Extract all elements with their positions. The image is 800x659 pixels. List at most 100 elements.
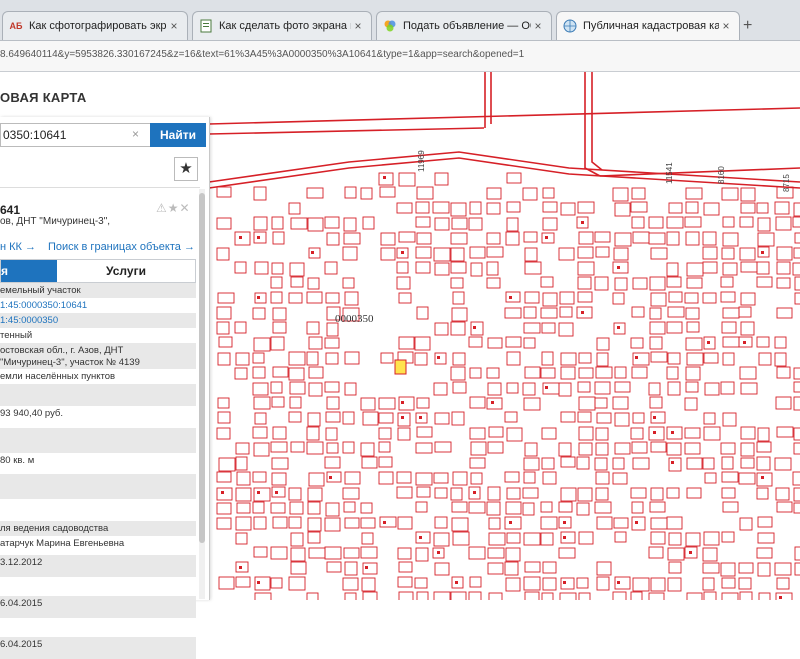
parcel[interactable] bbox=[757, 232, 775, 247]
parcel[interactable] bbox=[704, 472, 717, 484]
parcel[interactable] bbox=[505, 291, 521, 303]
parcel[interactable] bbox=[738, 472, 756, 485]
parcel[interactable] bbox=[488, 532, 506, 546]
parcel[interactable] bbox=[253, 442, 270, 457]
parcel[interactable] bbox=[434, 262, 450, 276]
parcel[interactable] bbox=[577, 291, 593, 303]
parcel[interactable] bbox=[451, 411, 465, 426]
parcel[interactable] bbox=[486, 397, 503, 410]
parcel[interactable] bbox=[523, 457, 540, 471]
parcel[interactable] bbox=[452, 531, 470, 546]
parcel[interactable] bbox=[721, 531, 735, 543]
parcel[interactable] bbox=[234, 261, 247, 274]
attribute-value[interactable]: 1:45:0000350:10641 bbox=[0, 298, 196, 312]
parcel[interactable] bbox=[739, 591, 753, 600]
parcel[interactable] bbox=[758, 352, 772, 366]
parcel[interactable] bbox=[541, 351, 554, 366]
parcel[interactable] bbox=[380, 247, 396, 261]
parcel[interactable] bbox=[541, 322, 556, 334]
parcel[interactable] bbox=[218, 457, 236, 472]
parcel[interactable] bbox=[342, 411, 355, 425]
parcel[interactable] bbox=[396, 486, 413, 499]
parcel[interactable] bbox=[613, 247, 629, 261]
parcel[interactable] bbox=[505, 547, 521, 562]
parcel[interactable] bbox=[560, 577, 575, 590]
parcel[interactable] bbox=[540, 532, 554, 546]
parcel[interactable] bbox=[450, 261, 467, 274]
parcel[interactable] bbox=[577, 261, 595, 276]
parcel[interactable] bbox=[632, 412, 645, 424]
parcel[interactable] bbox=[740, 382, 758, 395]
parcel[interactable] bbox=[488, 592, 503, 600]
parcel[interactable] bbox=[290, 547, 306, 562]
parcel[interactable] bbox=[666, 366, 679, 380]
parcel[interactable] bbox=[504, 516, 522, 530]
parcel[interactable] bbox=[379, 516, 397, 528]
parcel[interactable] bbox=[524, 366, 541, 379]
parcel[interactable] bbox=[307, 412, 321, 427]
parcel[interactable] bbox=[343, 217, 357, 232]
parcel[interactable] bbox=[524, 442, 538, 457]
parcel[interactable] bbox=[235, 456, 248, 471]
parcel[interactable] bbox=[594, 397, 608, 409]
parcel[interactable] bbox=[613, 517, 629, 529]
parcel[interactable] bbox=[757, 427, 770, 442]
parcel[interactable] bbox=[721, 247, 735, 260]
parcel[interactable] bbox=[667, 352, 681, 365]
parcel[interactable] bbox=[794, 276, 800, 291]
parcel[interactable] bbox=[757, 562, 771, 577]
parcel[interactable] bbox=[324, 517, 341, 532]
tab-close-icon[interactable]: × bbox=[167, 19, 181, 33]
parcel[interactable] bbox=[288, 367, 305, 381]
parcel[interactable] bbox=[362, 411, 379, 426]
parcel[interactable] bbox=[614, 531, 627, 543]
parcel[interactable] bbox=[415, 501, 428, 513]
parcel[interactable] bbox=[415, 216, 431, 228]
parcel[interactable] bbox=[650, 517, 668, 530]
parcel[interactable] bbox=[774, 336, 787, 349]
parcel[interactable] bbox=[721, 577, 736, 589]
parcel[interactable] bbox=[289, 381, 306, 395]
parcel[interactable] bbox=[343, 547, 360, 559]
parcel[interactable] bbox=[397, 516, 413, 530]
parcel[interactable] bbox=[686, 352, 704, 366]
parcel[interactable] bbox=[216, 186, 232, 198]
parcel[interactable] bbox=[216, 517, 232, 530]
parcel[interactable] bbox=[722, 412, 737, 427]
parcel[interactable] bbox=[668, 457, 682, 472]
parcel[interactable] bbox=[704, 382, 720, 396]
cadastral-map[interactable]: 11969 11541 8160 8715 0000350 bbox=[209, 72, 800, 600]
parcel[interactable] bbox=[272, 321, 287, 334]
parcel[interactable] bbox=[254, 292, 267, 304]
parcel[interactable] bbox=[306, 291, 323, 304]
parcel[interactable] bbox=[721, 471, 739, 483]
parcel[interactable] bbox=[793, 247, 800, 259]
parcel[interactable] bbox=[451, 217, 468, 230]
parcel[interactable] bbox=[560, 352, 577, 366]
parcel[interactable] bbox=[324, 216, 340, 229]
parcel[interactable] bbox=[397, 427, 411, 441]
parcel[interactable] bbox=[686, 592, 703, 600]
parcel[interactable] bbox=[577, 276, 592, 290]
parcel[interactable] bbox=[325, 502, 340, 517]
parcel[interactable] bbox=[469, 246, 486, 259]
parcel[interactable] bbox=[523, 337, 536, 349]
parcel[interactable] bbox=[307, 487, 323, 502]
parcel[interactable] bbox=[451, 307, 468, 322]
parcel[interactable] bbox=[398, 231, 416, 243]
parcel[interactable] bbox=[631, 516, 646, 531]
parcel[interactable] bbox=[416, 306, 429, 320]
parcel[interactable] bbox=[614, 442, 631, 455]
parcel[interactable] bbox=[434, 516, 448, 529]
parcel[interactable] bbox=[596, 561, 612, 576]
parcel[interactable] bbox=[792, 471, 800, 486]
parcel[interactable] bbox=[344, 592, 357, 600]
parcel[interactable] bbox=[684, 397, 698, 411]
parcel[interactable] bbox=[576, 502, 590, 516]
parcel[interactable] bbox=[576, 456, 590, 470]
parcel[interactable] bbox=[252, 501, 265, 514]
parcel[interactable] bbox=[720, 442, 736, 455]
parcel[interactable] bbox=[470, 441, 487, 456]
parcel[interactable] bbox=[253, 186, 267, 201]
parcel[interactable] bbox=[594, 381, 611, 395]
